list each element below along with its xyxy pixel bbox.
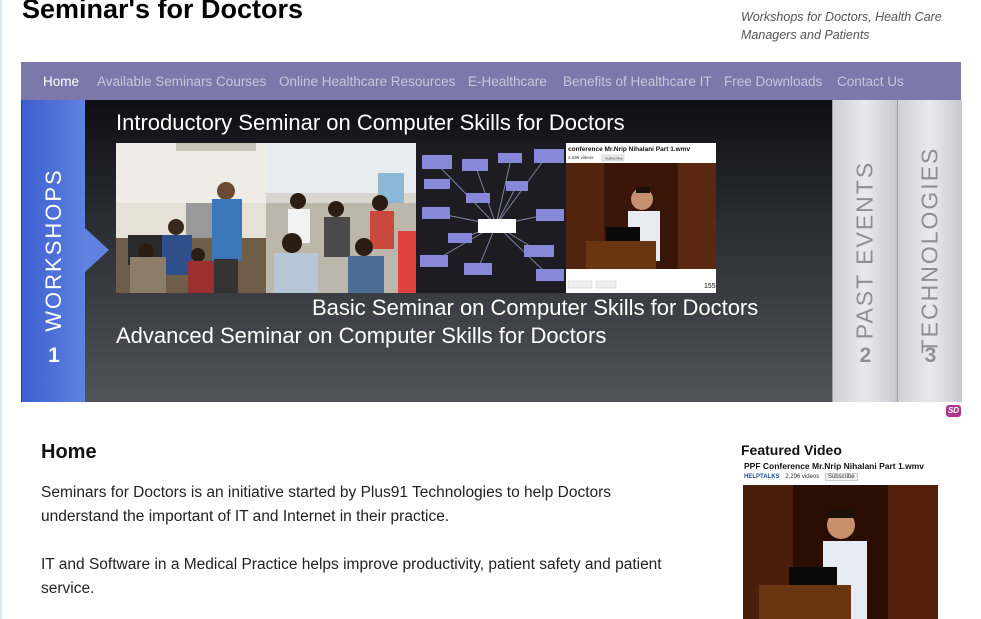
intro-paragraph: Seminars for Doctors is an initiative st… (41, 484, 612, 525)
video-thumbnail[interactable]: conference Mr.Nrip Nihalani Part 1.wmv 2… (566, 143, 716, 293)
active-tab-arrow (85, 228, 109, 272)
slide-basic[interactable]: Basic Seminar on Computer Skills for Doc… (312, 295, 758, 321)
video-thumb-views: 2,296 videos (568, 155, 594, 160)
tab-past-events-number: 2 (859, 344, 872, 367)
seminar-photo-2 (266, 143, 416, 293)
video-thumb-count: 155 (704, 283, 716, 290)
nav-online-resources[interactable]: Online Healthcare Resources (279, 74, 455, 89)
featured-channel[interactable]: HELPTALKS (744, 474, 780, 480)
tab-past-events-label: PAST EVENTS (851, 160, 878, 340)
slider: WORKSHOPS 1 Introductory Seminar on Comp… (21, 100, 962, 402)
nav-e-healthcare[interactable]: E-Healthcare (468, 74, 547, 89)
site-tagline: Workshops for Doctors, Health Care Manag… (741, 10, 942, 42)
nav-available-seminars[interactable]: Available Seminars Courses (97, 74, 266, 89)
nav-benefits-it[interactable]: Benefits of Healthcare IT (563, 74, 712, 89)
nav-contact-us[interactable]: Contact Us (837, 74, 904, 89)
tab-technologies-label: TECHNOLOGIES (916, 146, 943, 354)
tab-technologies-number: 3 (924, 344, 937, 367)
video-thumb-subscribe: Subscribe (605, 156, 624, 161)
tab-technologies[interactable]: TECHNOLOGIES 3 (897, 100, 962, 402)
tab-past-events[interactable]: PAST EVENTS 2 (832, 100, 897, 402)
slide-advanced[interactable]: Advanced Seminar on Computer Skills for … (116, 323, 606, 349)
featured-video-player[interactable] (743, 485, 938, 619)
featured-subscribe-button[interactable]: Subscribe (824, 473, 858, 481)
page-left-border (0, 0, 2, 619)
it-paragraph: IT and Software in a Medical Practice he… (41, 556, 662, 597)
site-title[interactable]: Seminar's for Doctors (22, 0, 303, 25)
video-thumb-title: conference Mr.Nrip Nihalani Part 1.wmv (568, 146, 690, 153)
nav-free-downloads[interactable]: Free Downloads (724, 74, 822, 89)
mind-map-image (416, 143, 566, 293)
main-nav: Home Available Seminars Courses Online H… (21, 62, 961, 100)
slide-panel: Introductory Seminar on Computer Skills … (85, 100, 832, 402)
slide-introductory[interactable]: Introductory Seminar on Computer Skills … (116, 110, 625, 136)
featured-views: 2,296 videos (785, 474, 820, 480)
tab-workshops-label: WORKSHOPS (41, 168, 66, 332)
sd-badge-icon: SD (946, 405, 961, 417)
featured-video-title[interactable]: PPF Conference Mr.Nrip Nihalani Part 1.w… (744, 461, 924, 471)
page-heading: Home (41, 441, 97, 463)
nav-home[interactable]: Home (43, 74, 79, 89)
featured-video-meta: HELPTALKS 2,296 videos Subscribe (744, 473, 862, 483)
tab-workshops[interactable]: WORKSHOPS 1 (21, 100, 85, 402)
featured-video-heading: Featured Video (741, 442, 842, 458)
seminar-photo-1 (116, 143, 266, 293)
tab-workshops-number: 1 (48, 344, 60, 367)
